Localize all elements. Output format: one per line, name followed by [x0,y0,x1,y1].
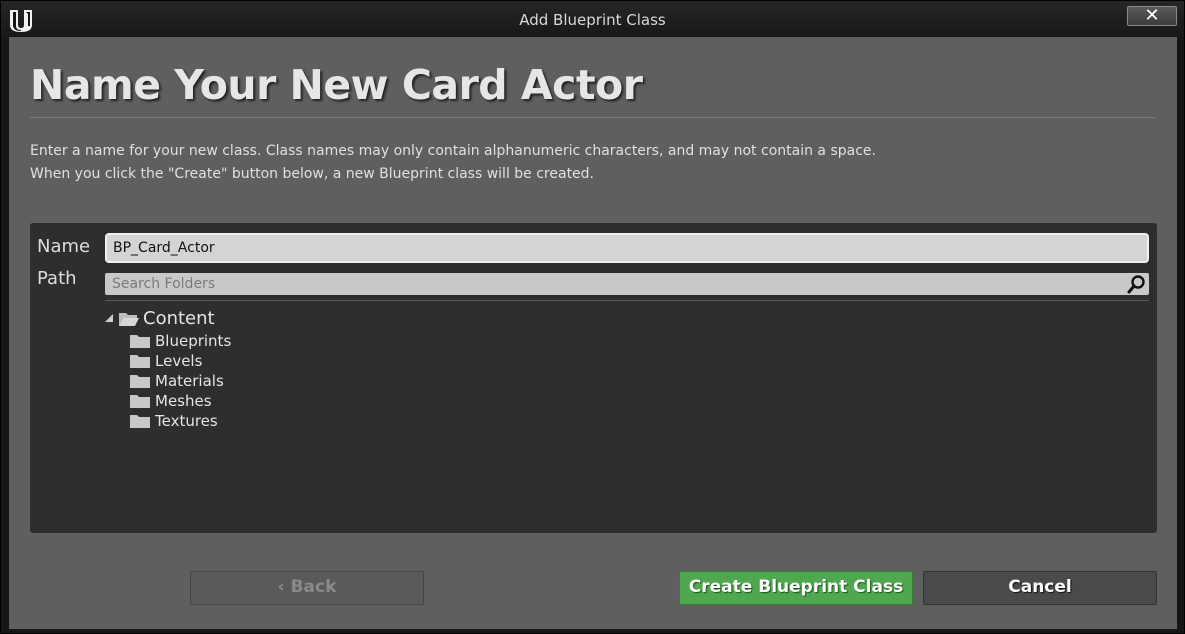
class-name-input[interactable]: BP_Card_Actor [105,233,1149,263]
folder-icon [130,415,150,428]
folder-icon [130,375,150,388]
create-blueprint-class-button[interactable]: Create Blueprint Class [679,571,913,605]
page-title: Name Your New Card Actor [30,61,643,109]
path-label: Path [37,268,77,289]
search-icon[interactable] [1127,274,1147,294]
tree-item-label: Meshes [155,392,212,410]
description-line-1: Enter a name for your new class. Class n… [30,143,876,159]
divider [30,117,1156,118]
tree-item-label: Levels [155,352,203,370]
search-folders-input[interactable]: Search Folders [105,273,1149,295]
class-settings-panel: Name BP_Card_Actor Path Search Folders C… [30,223,1157,533]
tree-item-label: Textures [155,412,218,430]
tree-item-label: Materials [155,372,224,390]
path-separator [105,300,1149,301]
description-line-2: When you click the "Create" button below… [30,166,595,182]
back-button-label: Back [290,577,337,597]
back-button[interactable]: ‹ Back [190,571,424,605]
open-folder-icon [119,313,139,326]
title-bar[interactable]: Add Blueprint Class ✕ [1,1,1184,37]
add-blueprint-class-dialog: Add Blueprint Class ✕ Name Your New Card… [0,0,1185,634]
cancel-button[interactable]: Cancel [923,571,1157,605]
folder-icon [130,335,150,348]
folder-icon [130,395,150,408]
close-button[interactable]: ✕ [1127,6,1177,26]
chevron-left-icon: ‹ [277,577,285,597]
expand-arrow-icon[interactable] [104,313,114,323]
dialog-content: Name Your New Card Actor Enter a name fo… [9,37,1177,629]
close-icon: ✕ [1144,5,1160,26]
name-label: Name [37,236,91,257]
window-title: Add Blueprint Class [519,11,666,29]
folder-icon [130,355,150,368]
tree-item-label: Blueprints [155,332,232,350]
tree-item-label: Content [143,308,215,329]
search-placeholder: Search Folders [112,276,216,292]
